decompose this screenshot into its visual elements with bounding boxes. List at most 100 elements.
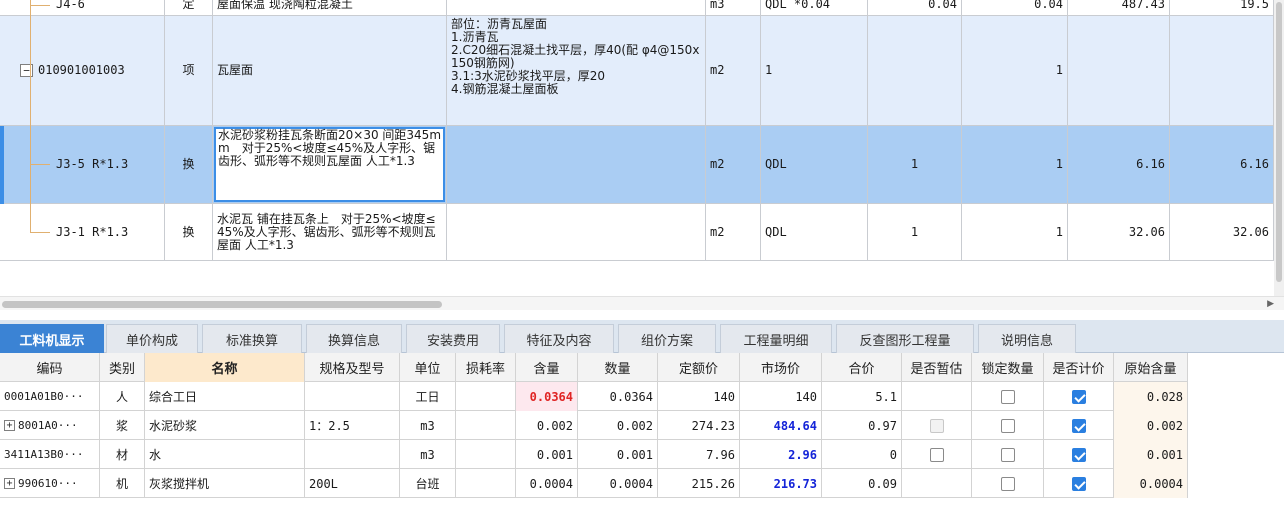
header-unit[interactable]: 单位 — [400, 353, 456, 382]
vertical-scrollbar[interactable] — [1274, 0, 1284, 296]
row-code: − 010901001003 — [0, 16, 165, 125]
row-quantity: 0.0364 — [578, 382, 658, 411]
tab-features[interactable]: 特征及内容 — [504, 324, 614, 353]
header-quantity[interactable]: 数量 — [578, 353, 658, 382]
header-content[interactable]: 含量 — [516, 353, 578, 382]
table-row[interactable]: − 010901001003 项 瓦屋面 部位：沥青瓦屋面 1.沥青瓦 2.C2… — [0, 16, 1274, 126]
tab-install-fee[interactable]: 安装费用 — [406, 324, 500, 353]
row-priced — [1044, 440, 1114, 469]
table-row[interactable]: + 8001A0··· 浆 水泥砂浆 1：2.5 m3 0.002 0.002 … — [0, 411, 1188, 440]
lock-qty-checkbox[interactable] — [1000, 418, 1015, 433]
row-market-price[interactable]: 2.96 — [740, 440, 822, 469]
header-provisional[interactable]: 是否暂估 — [902, 353, 972, 382]
lock-qty-checkbox[interactable] — [1000, 447, 1015, 462]
header-lock-qty[interactable]: 锁定数量 — [972, 353, 1044, 382]
collapse-icon[interactable]: − — [20, 64, 33, 77]
table-row[interactable]: J4-6 定 屋面保温 现浇陶粒混凝土 m3 QDL *0.04 0.04 0.… — [0, 0, 1274, 16]
row-expression: QDL *0.04 — [761, 0, 868, 15]
row-type: 定 — [165, 0, 213, 15]
row-spec: 200L — [305, 469, 400, 498]
lock-qty-checkbox[interactable] — [1000, 476, 1015, 491]
tab-quantity-detail[interactable]: 工程量明细 — [720, 324, 832, 353]
tab-unit-price-composition[interactable]: 单价构成 — [106, 324, 198, 353]
chevron-right-icon[interactable]: ▶ — [1267, 297, 1274, 311]
row-quantity-2: 0.04 — [962, 0, 1068, 15]
table-row[interactable]: J3-1 R*1.3 换 水泥瓦 铺在挂瓦条上 对于25%<坡度≤45%及人字形… — [0, 204, 1274, 261]
row-quantity-2: 1 — [962, 126, 1068, 203]
row-code-text: 010901001003 — [38, 63, 125, 77]
row-quantity-2: 1 — [962, 204, 1068, 260]
table-row-selected[interactable]: J3-5 R*1.3 换 水泥砂浆粉挂瓦条断面20×30 间距345mm 对于2… — [0, 126, 1274, 204]
row-market-price[interactable]: 140 — [740, 382, 822, 411]
row-content[interactable]: 0.002 — [516, 411, 578, 440]
tab-reverse-lookup[interactable]: 反查图形工程量 — [836, 324, 974, 353]
row-unit: 工日 — [400, 382, 456, 411]
priced-checkbox[interactable] — [1071, 418, 1086, 433]
header-market-price[interactable]: 市场价 — [740, 353, 822, 382]
row-unit: m3 — [706, 0, 761, 15]
row-code-text: 990610··· — [18, 477, 78, 490]
tab-standard-conversion[interactable]: 标准换算 — [202, 324, 302, 353]
expand-icon[interactable]: + — [4, 478, 15, 489]
row-feature — [447, 0, 706, 15]
lock-qty-checkbox[interactable] — [1000, 389, 1015, 404]
row-provisional — [902, 411, 972, 440]
row-original-content: 0.0004 — [1114, 469, 1188, 498]
table-row[interactable]: + 990610··· 机 灰浆搅拌机 200L 台班 0.0004 0.000… — [0, 469, 1188, 498]
header-category[interactable]: 类别 — [100, 353, 145, 382]
header-original-content[interactable]: 原始含量 — [1114, 353, 1188, 382]
row-type: 换 — [165, 204, 213, 260]
row-unit-price: 6.16 — [1068, 126, 1170, 203]
horizontal-scrollbar[interactable]: ▶ — [0, 296, 1284, 310]
header-loss-rate[interactable]: 损耗率 — [456, 353, 516, 382]
header-priced[interactable]: 是否计价 — [1044, 353, 1114, 382]
row-total-price: 19.5 — [1170, 0, 1274, 15]
row-total-price: 32.06 — [1170, 204, 1274, 260]
row-quota-price: 7.96 — [658, 440, 740, 469]
row-expression: 1 — [761, 16, 868, 125]
table-header: 编码 类别 名称 规格及型号 单位 损耗率 含量 数量 定额价 市场价 合价 是… — [0, 353, 1188, 382]
row-content[interactable]: 0.001 — [516, 440, 578, 469]
priced-checkbox[interactable] — [1071, 447, 1086, 462]
header-spec[interactable]: 规格及型号 — [305, 353, 400, 382]
row-name-editor[interactable]: 水泥砂浆粉挂瓦条断面20×30 间距345mm 对于25%<坡度≤45%及人字形… — [213, 126, 447, 203]
row-priced — [1044, 469, 1114, 498]
row-code-text: 8001A0··· — [18, 419, 78, 432]
row-provisional — [902, 440, 972, 469]
header-total[interactable]: 合价 — [822, 353, 902, 382]
row-spec — [305, 440, 400, 469]
row-feature: 部位：沥青瓦屋面 1.沥青瓦 2.C20细石混凝土找平层，厚40(配 φ4@15… — [447, 16, 706, 125]
row-name: 水 — [145, 440, 305, 469]
scroll-thumb[interactable] — [1276, 2, 1282, 282]
row-category: 浆 — [100, 411, 145, 440]
scroll-thumb[interactable] — [2, 301, 442, 308]
row-quantity: 1 — [868, 204, 962, 260]
row-name: 水泥瓦 铺在挂瓦条上 对于25%<坡度≤45%及人字形、锯齿形、弧形等不规则瓦屋… — [213, 204, 447, 260]
row-name: 瓦屋面 — [213, 16, 447, 125]
provisional-checkbox[interactable] — [929, 447, 944, 462]
row-unit: m3 — [400, 411, 456, 440]
table-row[interactable]: 3411A13B0··· 材 水 m3 0.001 0.001 7.96 2.9… — [0, 440, 1188, 469]
priced-checkbox[interactable] — [1071, 389, 1086, 404]
tab-conversion-info[interactable]: 换算信息 — [306, 324, 402, 353]
header-quota-price[interactable]: 定额价 — [658, 353, 740, 382]
priced-checkbox[interactable] — [1071, 476, 1086, 491]
row-name: 水泥砂浆 — [145, 411, 305, 440]
tab-pricing-scheme[interactable]: 组价方案 — [618, 324, 716, 353]
row-quantity-2: 1 — [962, 16, 1068, 125]
expand-icon[interactable]: + — [4, 420, 15, 431]
row-loss-rate — [456, 382, 516, 411]
row-code: + 990610··· — [0, 469, 100, 498]
row-unit-price: 487.43 — [1068, 0, 1170, 15]
header-name[interactable]: 名称 — [145, 353, 305, 382]
row-market-price[interactable]: 216.73 — [740, 469, 822, 498]
header-code[interactable]: 编码 — [0, 353, 100, 382]
table-row[interactable]: 0001A01B0··· 人 综合工日 工日 0.0364 0.0364 140… — [0, 382, 1188, 411]
row-spec: 1：2.5 — [305, 411, 400, 440]
row-content[interactable]: 0.0364 — [516, 382, 578, 411]
row-content[interactable]: 0.0004 — [516, 469, 578, 498]
row-market-price[interactable]: 484.64 — [740, 411, 822, 440]
tab-description[interactable]: 说明信息 — [978, 324, 1076, 353]
tab-labor-material[interactable]: 工料机显示 — [0, 324, 104, 354]
tree-line — [30, 232, 50, 233]
